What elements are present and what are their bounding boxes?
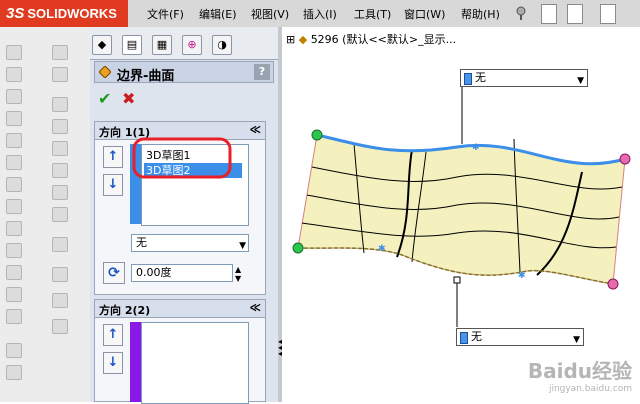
- save-document-icon[interactable]: [600, 4, 616, 24]
- rectangle-icon[interactable]: [52, 119, 68, 134]
- svg-text:✱: ✱: [378, 244, 386, 254]
- collapse-icon[interactable]: ≪: [249, 301, 261, 314]
- feature-manager-tab-icon[interactable]: ◆: [92, 35, 112, 55]
- direction2-section: 方向 2(2) ≪ ↑ ↓: [94, 299, 266, 404]
- arc-icon[interactable]: [52, 163, 68, 178]
- mirror-icon[interactable]: [52, 207, 68, 222]
- open-document-icon[interactable]: [567, 4, 583, 24]
- watermark: Baidu经验 jingyan.baidu.com: [528, 355, 632, 394]
- callout-bottom-value: 无: [471, 330, 482, 343]
- dropdown-arrow-icon: ▼: [239, 241, 246, 251]
- callout-top[interactable]: 无 ▼: [460, 69, 588, 87]
- menu-tools[interactable]: 工具(T): [354, 6, 391, 22]
- help-button[interactable]: ?: [254, 64, 270, 80]
- direction2-curve-list[interactable]: [141, 322, 249, 404]
- title-bar: 3S SOLIDWORKS 文件(F) 编辑(E) 视图(V) 插入(I) 工具…: [0, 0, 640, 28]
- planar-icon[interactable]: [6, 177, 22, 192]
- thicken-icon[interactable]: [6, 309, 22, 324]
- callout-color-icon: [464, 73, 472, 85]
- offset-icon[interactable]: [6, 199, 22, 214]
- trim-icon[interactable]: [6, 243, 22, 258]
- dropdown-arrow-icon: ▼: [577, 76, 584, 86]
- revolve-icon[interactable]: [6, 67, 22, 82]
- pin-icon[interactable]: [513, 4, 531, 22]
- menu-help[interactable]: 帮助(H): [461, 6, 500, 22]
- direction2-header[interactable]: 方向 2(2) ≪: [95, 300, 265, 318]
- ds-logo-icon: 3S: [6, 5, 25, 22]
- circle-icon[interactable]: [52, 141, 68, 156]
- app-name: SOLIDWORKS: [27, 6, 117, 21]
- boundary-surface-icon: [99, 66, 111, 78]
- menu-file[interactable]: 文件(F): [147, 6, 184, 22]
- new-document-icon[interactable]: [541, 4, 557, 24]
- collapse-icon[interactable]: ≪: [249, 123, 261, 136]
- callout-color-icon: [460, 332, 468, 344]
- property-manager-tab-icon[interactable]: ▤: [122, 35, 142, 55]
- manager-tabs: ◆ ▤ ▦ ⊕ ◑: [90, 27, 278, 60]
- angle-value: 0.00度: [136, 266, 172, 279]
- fill-icon[interactable]: [6, 155, 22, 170]
- pm-title: 边界-曲面: [117, 69, 175, 84]
- menu-edit[interactable]: 编辑(E): [199, 6, 237, 22]
- configuration-manager-tab-icon[interactable]: ▦: [152, 35, 172, 55]
- direction2-title: 方向 2(2): [99, 304, 151, 317]
- left-toolbar: [0, 27, 91, 402]
- solidworks-logo: 3S SOLIDWORKS: [0, 0, 128, 27]
- tangency-value: 无: [136, 236, 147, 249]
- move-down-button[interactable]: ↓: [103, 174, 123, 196]
- pm-header: 边界-曲面 ?: [94, 61, 274, 84]
- ok-button[interactable]: ✔: [98, 89, 111, 108]
- property-manager: ◆ ▤ ▦ ⊕ ◑ 边界-曲面 ? ✔ ✖ 方向 1(1) ≪ ↑ ↓ 3D草图…: [90, 27, 278, 404]
- sketch-icon[interactable]: [52, 45, 68, 60]
- ruled-icon[interactable]: [6, 221, 22, 236]
- menu-insert[interactable]: 插入(I): [303, 6, 337, 22]
- tangency-select[interactable]: 无 ▼: [131, 234, 249, 252]
- svg-text:✱: ✱: [518, 271, 526, 281]
- angle-input[interactable]: 0.00度: [131, 264, 233, 282]
- display-manager-tab-icon[interactable]: ◑: [212, 35, 232, 55]
- move-up-button[interactable]: ↑: [103, 324, 123, 346]
- watermark-main: Baidu经验: [527, 359, 632, 383]
- line-icon[interactable]: [52, 97, 68, 112]
- cancel-button[interactable]: ✖: [122, 89, 135, 108]
- 3d-sketch-icon[interactable]: [52, 267, 68, 282]
- callout-bottom[interactable]: 无 ▼: [456, 328, 584, 346]
- callout-top-value: 无: [475, 71, 486, 84]
- smart-dimension-icon[interactable]: [52, 67, 68, 82]
- delete-face-icon[interactable]: [6, 365, 22, 380]
- dimxpert-manager-tab-icon[interactable]: ⊕: [182, 35, 202, 55]
- move-up-button[interactable]: ↑: [103, 146, 123, 168]
- reverse-direction-icon[interactable]: ⟳: [103, 262, 125, 284]
- spline-icon[interactable]: [52, 185, 68, 200]
- fillet-icon[interactable]: [6, 343, 22, 358]
- curve-icon[interactable]: [52, 293, 68, 308]
- pattern-icon[interactable]: [52, 237, 68, 252]
- reference-icon[interactable]: [52, 319, 68, 334]
- sweep-icon[interactable]: [6, 89, 22, 104]
- svg-text:✱: ✱: [472, 143, 480, 153]
- menu-window[interactable]: 窗口(W): [404, 6, 445, 22]
- dropdown-arrow-icon: ▼: [573, 335, 580, 345]
- boundary-icon[interactable]: [6, 133, 22, 148]
- highlight-ring: [132, 137, 232, 179]
- menu-view[interactable]: 视图(V): [251, 6, 289, 22]
- move-down-button[interactable]: ↓: [103, 352, 123, 374]
- graphics-area[interactable]: ⊞ ◆ 5296 (默认<<默认>_显示... ✱ ✱ ✱ 无 ▼ 无 ▼ Ba…: [282, 27, 640, 402]
- extend-icon[interactable]: [6, 265, 22, 280]
- loft-icon[interactable]: [6, 111, 22, 126]
- extrude-icon[interactable]: [6, 45, 22, 60]
- watermark-sub: jingyan.baidu.com: [548, 384, 632, 394]
- angle-spinner-icon[interactable]: ▲ ▼: [235, 265, 241, 283]
- knit-icon[interactable]: [6, 287, 22, 302]
- direction1-section: 方向 1(1) ≪ ↑ ↓ 3D草图1 3D草图2 无 ▼ ⟳ 0.00度 ▲ ▼: [94, 121, 266, 295]
